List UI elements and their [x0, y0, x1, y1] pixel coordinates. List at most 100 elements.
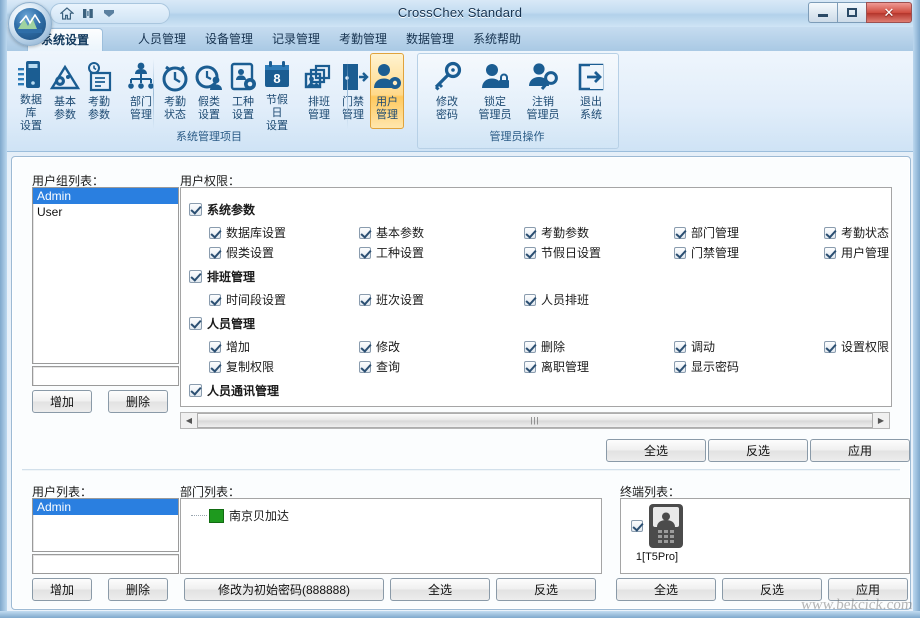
terminal-item[interactable]: 1[T5Pro]: [631, 504, 683, 563]
perm-select-all-button[interactable]: 全选: [606, 439, 706, 462]
user-delete-button[interactable]: 删除: [108, 578, 168, 601]
user-group-input[interactable]: [32, 366, 179, 386]
checkbox[interactable]: [209, 360, 221, 373]
dept-select-all-button[interactable]: 全选: [390, 578, 490, 601]
list-item[interactable]: Admin: [33, 188, 178, 204]
checkbox[interactable]: [359, 246, 371, 259]
checkbox[interactable]: [674, 226, 686, 239]
dept-invert-button[interactable]: 反选: [496, 578, 596, 601]
user-group-listbox[interactable]: Admin User: [32, 187, 179, 364]
tab-help[interactable]: 系统帮助: [460, 28, 534, 51]
checkbox[interactable]: [824, 226, 836, 239]
maximize-button[interactable]: [837, 2, 866, 23]
perm-time-period[interactable]: 时间段设置: [209, 291, 286, 308]
ribbon-button-job-type[interactable]: 工种 设置: [226, 53, 260, 129]
minimize-button[interactable]: [808, 2, 837, 23]
permissions-panel[interactable]: 系统参数 数据库设置 基本参数 考勤参数 部门管理 考勤状态 假类设置 工种设置…: [180, 187, 892, 407]
ribbon-button-user-manage[interactable]: 用户 管理: [370, 53, 404, 129]
perm-staff-shift[interactable]: 人员排班: [524, 291, 589, 308]
user-listbox[interactable]: Admin: [32, 498, 179, 552]
perm-job-type[interactable]: 工种设置: [359, 244, 424, 261]
checkbox[interactable]: [524, 226, 536, 239]
perm-group-system-params[interactable]: 系统参数: [189, 201, 255, 218]
permissions-hscrollbar[interactable]: ◀ ||| ▶: [180, 412, 890, 429]
perm-query[interactable]: 查询: [359, 358, 400, 375]
perm-group-personnel-manage[interactable]: 人员管理: [189, 315, 255, 332]
tab-records[interactable]: 记录管理: [259, 28, 333, 51]
scroll-track[interactable]: |||: [197, 413, 873, 428]
perm-add[interactable]: 增加: [209, 338, 250, 355]
checkbox[interactable]: [674, 360, 686, 373]
perm-delete-from-device[interactable]: 从设备删除: [824, 405, 891, 406]
scroll-thumb[interactable]: |||: [197, 413, 873, 428]
app-menu-orb[interactable]: [8, 2, 52, 46]
ribbon-button-exit-system[interactable]: 退出 系统: [567, 53, 615, 129]
checkbox[interactable]: [209, 246, 221, 259]
perm-shift-setting[interactable]: 班次设置: [359, 291, 424, 308]
checkbox[interactable]: [524, 246, 536, 259]
perm-modify[interactable]: 修改: [359, 338, 400, 355]
term-apply-button[interactable]: 应用: [828, 578, 908, 601]
perm-download-template[interactable]: 下载模板: [359, 405, 424, 406]
term-invert-button[interactable]: 反选: [722, 578, 822, 601]
perm-copy-rights[interactable]: 复制权限: [209, 358, 274, 375]
perm-att-params[interactable]: 考勤参数: [524, 224, 589, 241]
checkbox[interactable]: [189, 317, 202, 330]
group-add-button[interactable]: 增加: [32, 390, 92, 413]
term-select-all-button[interactable]: 全选: [616, 578, 716, 601]
checkbox[interactable]: [209, 293, 221, 306]
list-item[interactable]: Admin: [33, 499, 178, 515]
perm-download-staff[interactable]: 下载人员: [209, 405, 274, 406]
department-tree[interactable]: 南京贝加达: [180, 498, 602, 574]
perm-att-status[interactable]: 考勤状态: [824, 224, 889, 241]
checkbox[interactable]: [524, 340, 536, 353]
tab-attendance[interactable]: 考勤管理: [326, 28, 400, 51]
user-name-input[interactable]: [32, 554, 179, 574]
perm-door-access[interactable]: 门禁管理: [674, 244, 739, 261]
perm-resign[interactable]: 离职管理: [524, 358, 589, 375]
perm-upload-staff[interactable]: 上传人员: [524, 405, 589, 406]
ribbon-button-attendance-status[interactable]: 考勤 状态: [158, 53, 192, 129]
perm-department[interactable]: 部门管理: [674, 224, 739, 241]
perm-basic-params[interactable]: 基本参数: [359, 224, 424, 241]
ribbon-button-holiday[interactable]: 8 节假日 设置: [260, 53, 294, 132]
ribbon-button-basic-params[interactable]: 基本 参数: [48, 53, 82, 129]
checkbox[interactable]: [209, 340, 221, 353]
tab-data[interactable]: 数据管理: [393, 28, 467, 51]
group-delete-button[interactable]: 删除: [108, 390, 168, 413]
perm-upload-template[interactable]: 上传模板: [674, 405, 739, 406]
perm-db-settings[interactable]: 数据库设置: [209, 224, 286, 241]
checkbox[interactable]: [189, 203, 202, 216]
ribbon-button-change-password[interactable]: 修改 密码: [423, 53, 471, 129]
checkbox[interactable]: [524, 293, 536, 306]
checkbox[interactable]: [359, 360, 371, 373]
perm-user-manage[interactable]: 用户管理: [824, 244, 889, 261]
scroll-right-icon[interactable]: ▶: [873, 413, 889, 428]
checkbox[interactable]: [674, 246, 686, 259]
checkbox[interactable]: [359, 293, 371, 306]
perm-invert-button[interactable]: 反选: [708, 439, 808, 462]
checkbox[interactable]: [631, 520, 643, 532]
checkbox[interactable]: [359, 226, 371, 239]
perm-leave-type[interactable]: 假类设置: [209, 244, 274, 261]
scroll-left-icon[interactable]: ◀: [181, 413, 197, 428]
checkbox[interactable]: [189, 270, 202, 283]
close-button[interactable]: ✕: [866, 2, 912, 23]
tab-device[interactable]: 设备管理: [192, 28, 266, 51]
perm-delete[interactable]: 删除: [524, 338, 565, 355]
checkbox[interactable]: [824, 246, 836, 259]
ribbon-button-logout-admin[interactable]: 注销 管理员: [519, 53, 567, 129]
ribbon-button-leave-type[interactable]: 假类 设置: [192, 53, 226, 129]
ribbon-tab-strip[interactable]: 系统设置 人员管理 设备管理 记录管理 考勤管理 数据管理 系统帮助: [7, 27, 913, 52]
perm-transfer[interactable]: 调动: [674, 338, 715, 355]
perm-group-personnel-comm[interactable]: 人员通讯管理: [189, 382, 279, 399]
checkbox[interactable]: [209, 226, 221, 239]
checkbox[interactable]: [524, 360, 536, 373]
checkbox[interactable]: [189, 384, 202, 397]
user-add-button[interactable]: 增加: [32, 578, 92, 601]
perm-show-password[interactable]: 显示密码: [674, 358, 739, 375]
list-item[interactable]: User: [33, 204, 178, 220]
ribbon-button-lock-admin[interactable]: 锁定 管理员: [471, 53, 519, 129]
terminal-listbox[interactable]: 1[T5Pro]: [620, 498, 910, 574]
reset-password-button[interactable]: 修改为初始密码(888888): [184, 578, 384, 601]
